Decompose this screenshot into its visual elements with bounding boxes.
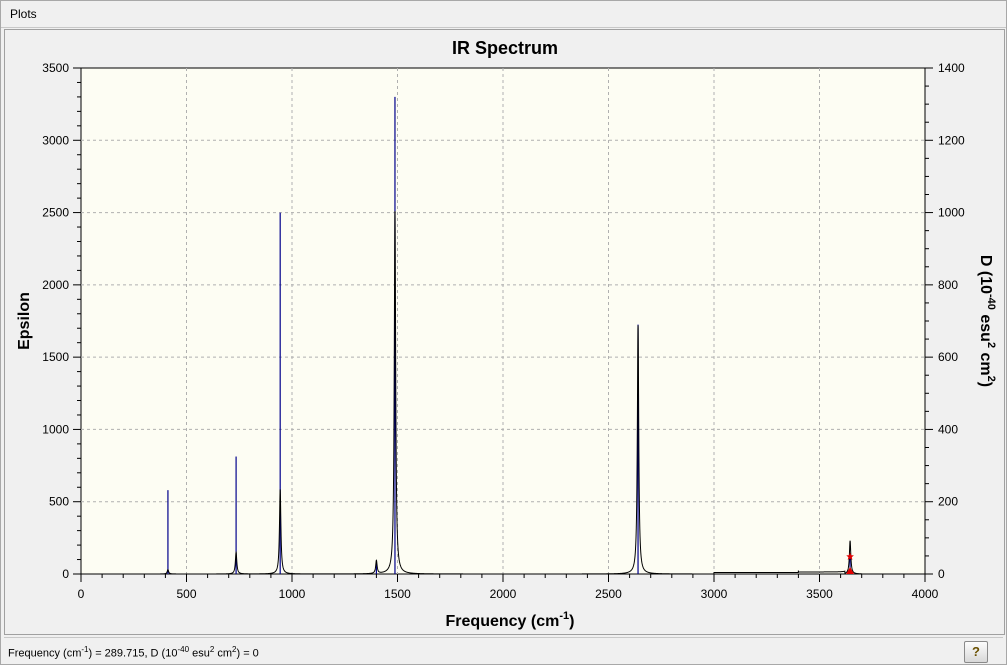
x-tick-label: 2000	[490, 587, 517, 601]
help-button[interactable]: ?	[964, 641, 988, 663]
x-tick-label: 4000	[912, 587, 939, 601]
x-tick-label: 1000	[279, 587, 306, 601]
x-tick-label: 3000	[701, 587, 728, 601]
status-readout: Frequency (cm-1) = 289.715, D (10-40 esu…	[8, 645, 259, 660]
y2-axis-title: D (10-40 esu2 cm2)	[977, 255, 997, 387]
y-tick-label: 0	[62, 567, 69, 581]
y-tick-label: 2500	[42, 206, 69, 220]
window-titlebar: Plots	[1, 1, 1006, 28]
x-tick-label: 0	[78, 587, 85, 601]
y2-tick-label: 200	[938, 495, 958, 509]
x-tick-label: 1500	[384, 587, 411, 601]
y-tick-label: 3500	[42, 61, 69, 75]
y-axis-title: Epsilon	[16, 292, 33, 350]
x-tick-label: 2500	[595, 587, 622, 601]
y2-tick-label: 1200	[938, 133, 965, 147]
ir-spectrum-chart[interactable]: IR Spectrum 0 500 1000 1500 2000 2500 3000 3500…	[5, 30, 1004, 634]
chart-title: IR Spectrum	[452, 38, 558, 58]
status-bar: Frequency (cm-1) = 289.715, D (10-40 esu…	[4, 637, 1003, 664]
y2-tick-label: 1400	[938, 61, 965, 75]
y-tick-label: 3000	[42, 133, 69, 147]
y2-tick-label: 0	[938, 567, 945, 581]
y-tick-label: 2000	[42, 278, 69, 292]
y2-tick-label: 800	[938, 278, 958, 292]
x-tick-label: 3500	[806, 587, 833, 601]
y-tick-label: 500	[49, 495, 69, 509]
window-title: Plots	[10, 7, 37, 21]
x-tick-label: 500	[176, 587, 196, 601]
x-axis-title: Frequency (cm-1)	[446, 610, 575, 630]
y2-tick-label: 1000	[938, 206, 965, 220]
y-tick-label: 1000	[42, 422, 69, 436]
y-tick-label: 1500	[42, 350, 69, 364]
y2-tick-label: 400	[938, 422, 958, 436]
plot-panel[interactable]: IR Spectrum 0 500 1000 1500 2000 2500 3000 3500…	[4, 29, 1005, 635]
y2-tick-label: 600	[938, 350, 958, 364]
plots-window: Plots IR Spectrum 0 500 1000 1500 2000 2500 30…	[0, 0, 1007, 665]
